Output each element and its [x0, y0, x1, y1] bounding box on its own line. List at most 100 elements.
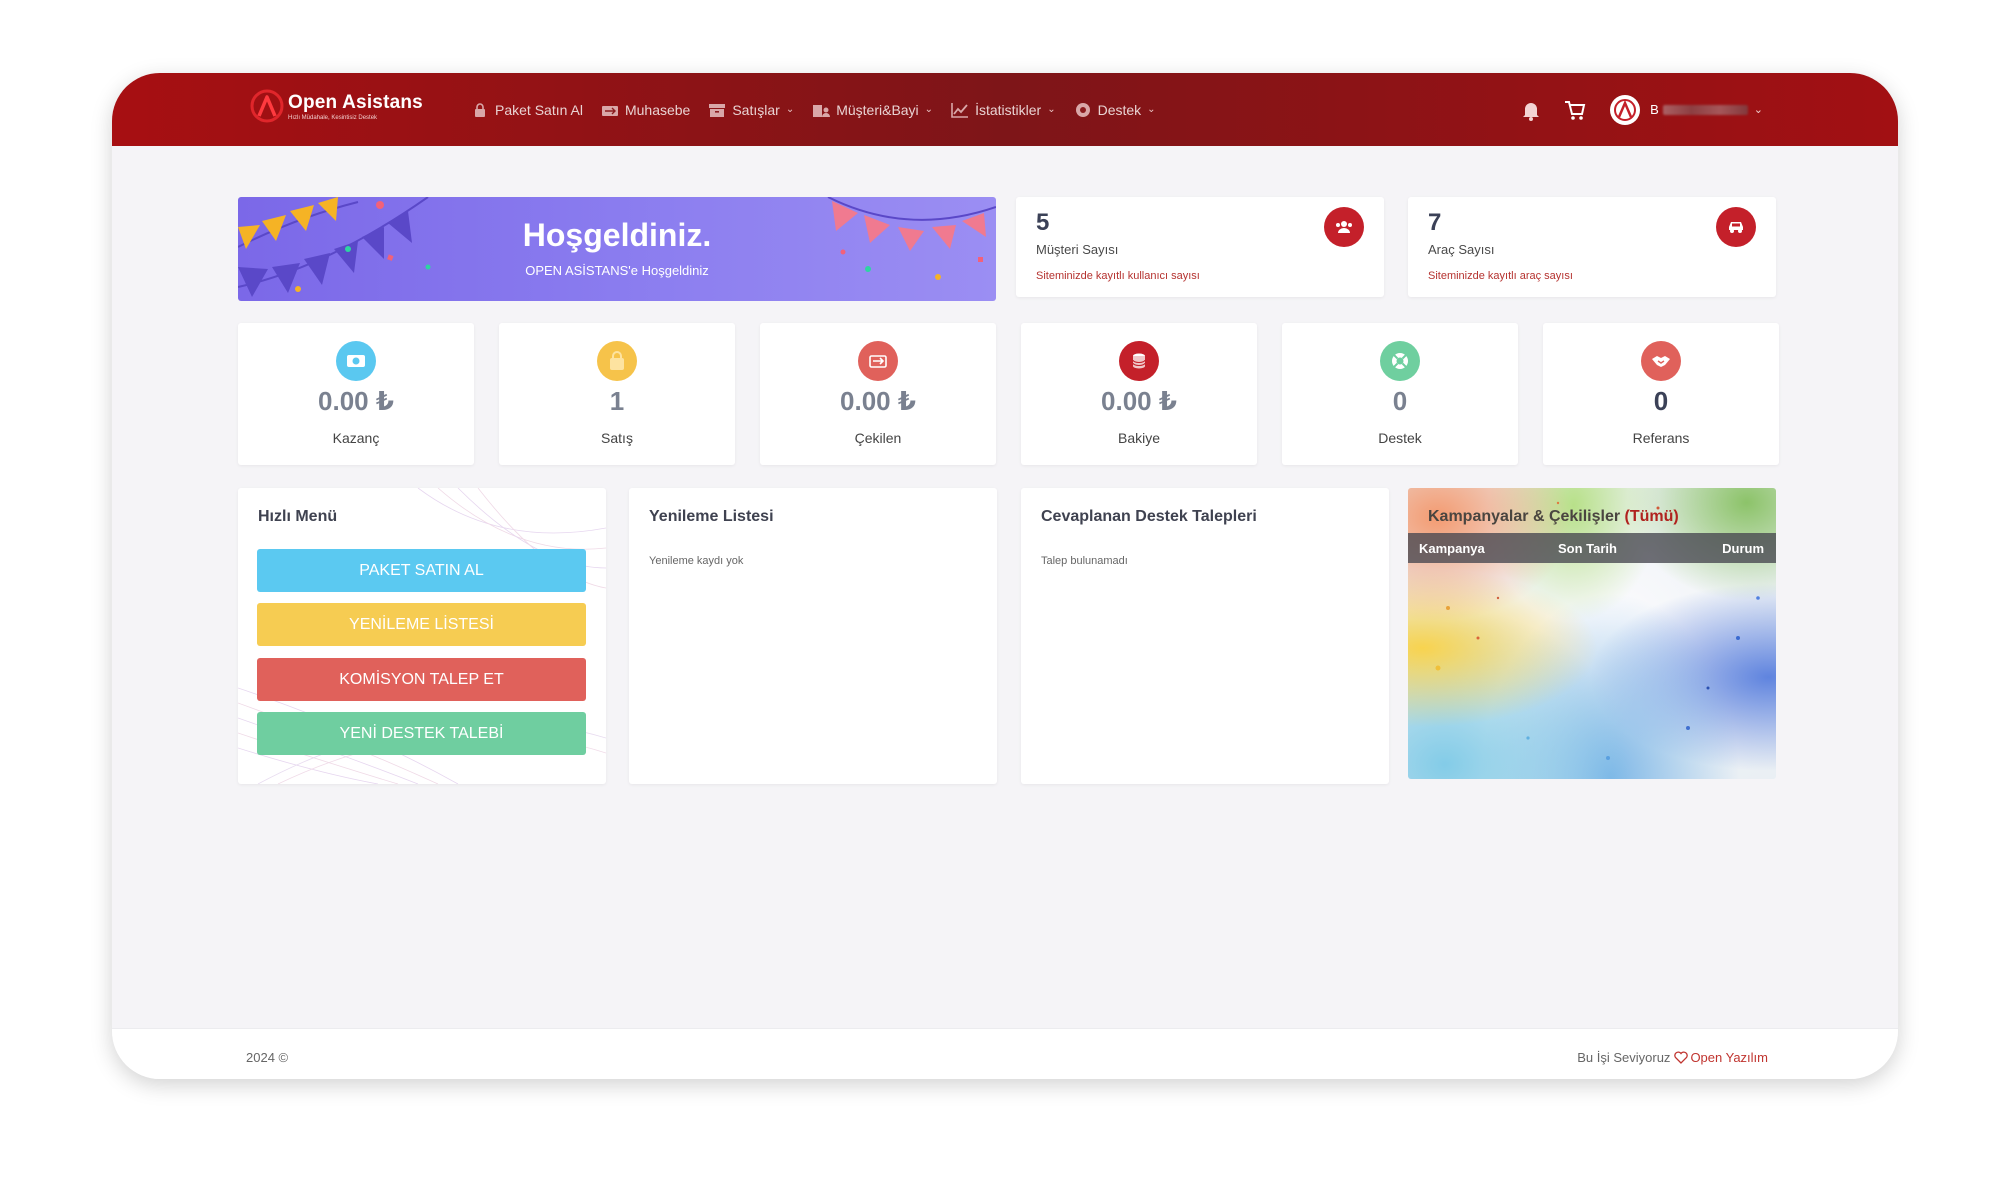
- nav-item-label: Satışlar: [732, 101, 780, 118]
- topbar-tools: B ⌄: [1498, 73, 1763, 146]
- view-all-link[interactable]: (Tümü): [1625, 508, 1679, 525]
- earnings-card: 0.00 ₺ Kazanç: [238, 323, 474, 465]
- lifebuoy-icon: [1380, 341, 1420, 381]
- box-icon: [709, 103, 726, 117]
- nav-item-muhasebe[interactable]: Muhasebe: [601, 102, 690, 118]
- empty-message: Talep bulunamadı: [1041, 555, 1128, 567]
- mini-label: Kazanç: [332, 430, 380, 446]
- footer-credit: Bu İşi Seviyoruz Open Yazılım: [1577, 1050, 1768, 1065]
- nav-item-istatistikler[interactable]: İstatistikler ⌄: [951, 102, 1056, 118]
- avatar[interactable]: [1610, 94, 1641, 125]
- paint-splatter-decoration: [1435, 501, 1760, 760]
- nav-item-label: Muhasebe: [624, 101, 691, 118]
- exchange-icon: [601, 105, 618, 116]
- campaigns-table-header: Kampanya Son Tarih Durum: [1408, 533, 1776, 563]
- mini-label: Destek: [1378, 430, 1422, 446]
- brand-link[interactable]: Open Yazılım: [1690, 1050, 1768, 1065]
- support-card: 0 Destek: [1282, 323, 1518, 465]
- logo-tagline: Hızlı Müdahale, Kesintisiz Destek: [288, 114, 378, 121]
- bell-icon[interactable]: [1520, 99, 1542, 121]
- stat-label: Araç Sayısı: [1428, 242, 1495, 257]
- handshake-icon: [1641, 341, 1681, 381]
- sales-card: 1 Satış: [499, 323, 735, 465]
- nav-item-label: Müşteri&Bayi: [836, 101, 919, 118]
- logo[interactable]: Open Asistans Hızlı Müdahale, Kesintisiz…: [250, 89, 423, 123]
- love-text: Bu İşi Seviyoruz: [1577, 1050, 1671, 1065]
- mini-value: 0: [1392, 386, 1408, 416]
- referral-card: 0 Referans: [1543, 323, 1779, 465]
- avatar-logo-icon: [1614, 98, 1637, 121]
- buy-package-button[interactable]: PAKET SATIN AL: [257, 549, 586, 592]
- empty-message: Yenileme kaydı yok: [649, 555, 744, 567]
- nav-item-satislar[interactable]: Satışlar ⌄: [708, 102, 794, 118]
- vehicle-count-card: 7 Araç Sayısı Siteminizde kayıtlı araç s…: [1408, 197, 1776, 297]
- logo-mark-icon: [250, 89, 284, 123]
- welcome-subtitle: OPEN ASİSTANS'e Hoşgeldiniz: [525, 263, 709, 278]
- mini-label: Bakiye: [1117, 430, 1161, 446]
- chevron-down-icon: ⌄: [924, 104, 934, 115]
- user-menu[interactable]: B ⌄: [1650, 102, 1763, 117]
- mini-value: 0.00 ₺: [840, 386, 916, 416]
- balance-card: 0.00 ₺ Bakiye: [1021, 323, 1257, 465]
- mini-label: Satış: [601, 430, 633, 446]
- column-header-campaign[interactable]: Kampanya: [1419, 541, 1485, 556]
- money-icon: [336, 341, 376, 381]
- chart-icon: [951, 102, 969, 118]
- mini-value: 1: [609, 386, 625, 416]
- cart-icon[interactable]: [1564, 99, 1586, 121]
- panel-title: Kampanyalar & Çekilişler (Tümü): [1428, 508, 1679, 526]
- request-commission-button[interactable]: KOMİSYON TALEP ET: [257, 658, 586, 701]
- renewal-list-button[interactable]: YENİLEME LİSTESİ: [257, 603, 586, 646]
- mini-value: 0.00 ₺: [318, 386, 394, 416]
- logo-title: Open Asistans: [288, 91, 423, 113]
- username-redacted: [1662, 104, 1748, 115]
- chevron-down-icon: ⌄: [1753, 104, 1763, 116]
- column-header-status[interactable]: Durum: [1722, 541, 1764, 556]
- panel-title: Hızlı Menü: [258, 508, 338, 525]
- chevron-down-icon: ⌄: [1047, 104, 1056, 115]
- building-user-icon: [813, 104, 831, 117]
- campaigns-panel: Kampanyalar & Çekilişler (Tümü) Kampanya…: [1408, 488, 1776, 779]
- car-icon: [1716, 207, 1756, 247]
- username-initial: B: [1650, 102, 1659, 117]
- welcome-banner: Hoşgeldiniz. OPEN ASİSTANS'e Hoşgeldiniz: [238, 197, 996, 301]
- top-navbar: Open Asistans Hızlı Müdahale, Kesintisiz…: [112, 73, 1898, 146]
- nav-item-destek[interactable]: Destek ⌄: [1074, 102, 1156, 118]
- nav-item-musteri-bayi[interactable]: Müşteri&Bayi ⌄: [812, 102, 933, 118]
- chevron-down-icon: ⌄: [1147, 104, 1156, 115]
- main-nav: Paket Satın Al Muhasebe Satışlar ⌄ Müşte…: [471, 73, 1174, 146]
- nav-item-label: İstatistikler: [975, 101, 1042, 118]
- mini-label: Çekilen: [854, 430, 902, 446]
- panel-title: Cevaplanan Destek Talepleri: [1041, 508, 1257, 525]
- transfer-icon: [858, 341, 898, 381]
- renewal-list-panel: Yenileme Listesi Yenileme kaydı yok: [629, 488, 997, 784]
- new-support-ticket-button[interactable]: YENİ DESTEK TALEBİ: [257, 712, 586, 755]
- quick-menu-panel: Hızlı Menü PAKET SATIN AL YENİLEME LİSTE…: [238, 488, 606, 784]
- nav-item-label: Destek: [1097, 101, 1142, 118]
- lifebuoy-icon: [1075, 102, 1090, 117]
- stat-value: 5: [1036, 209, 1050, 236]
- coins-icon: [1119, 341, 1159, 381]
- customer-count-card: 5 Müşteri Sayısı Siteminizde kayıtlı kul…: [1016, 197, 1384, 297]
- chevron-down-icon: ⌄: [785, 104, 795, 115]
- bag-icon: [597, 341, 637, 381]
- withdrawn-card: 0.00 ₺ Çekilen: [760, 323, 996, 465]
- stat-description: Siteminizde kayıtlı araç sayısı: [1428, 270, 1573, 282]
- nav-item-label: Paket Satın Al: [495, 101, 583, 118]
- mini-value: 0.00 ₺: [1101, 386, 1177, 416]
- stat-label: Müşteri Sayısı: [1036, 242, 1119, 257]
- app-window: Open Asistans Hızlı Müdahale, Kesintisiz…: [112, 73, 1898, 1079]
- users-icon: [1324, 207, 1364, 247]
- campaigns-title: Kampanyalar & Çekilişler: [1428, 508, 1621, 525]
- footer: 2024 © Bu İşi Seviyoruz Open Yazılım: [112, 1028, 1898, 1079]
- mini-label: Referans: [1632, 430, 1690, 446]
- column-header-end-date[interactable]: Son Tarih: [1558, 541, 1617, 556]
- answered-support-panel: Cevaplanan Destek Talepleri Talep buluna…: [1021, 488, 1389, 784]
- stat-description: Siteminizde kayıtlı kullanıcı sayısı: [1036, 270, 1200, 282]
- welcome-title: Hoşgeldiniz.: [522, 217, 712, 253]
- copyright: 2024 ©: [246, 1050, 289, 1065]
- lock-icon: [475, 102, 485, 117]
- panel-title: Yenileme Listesi: [649, 508, 774, 525]
- nav-item-paket-satin-al[interactable]: Paket Satın Al: [471, 102, 583, 118]
- stat-value: 7: [1428, 209, 1442, 236]
